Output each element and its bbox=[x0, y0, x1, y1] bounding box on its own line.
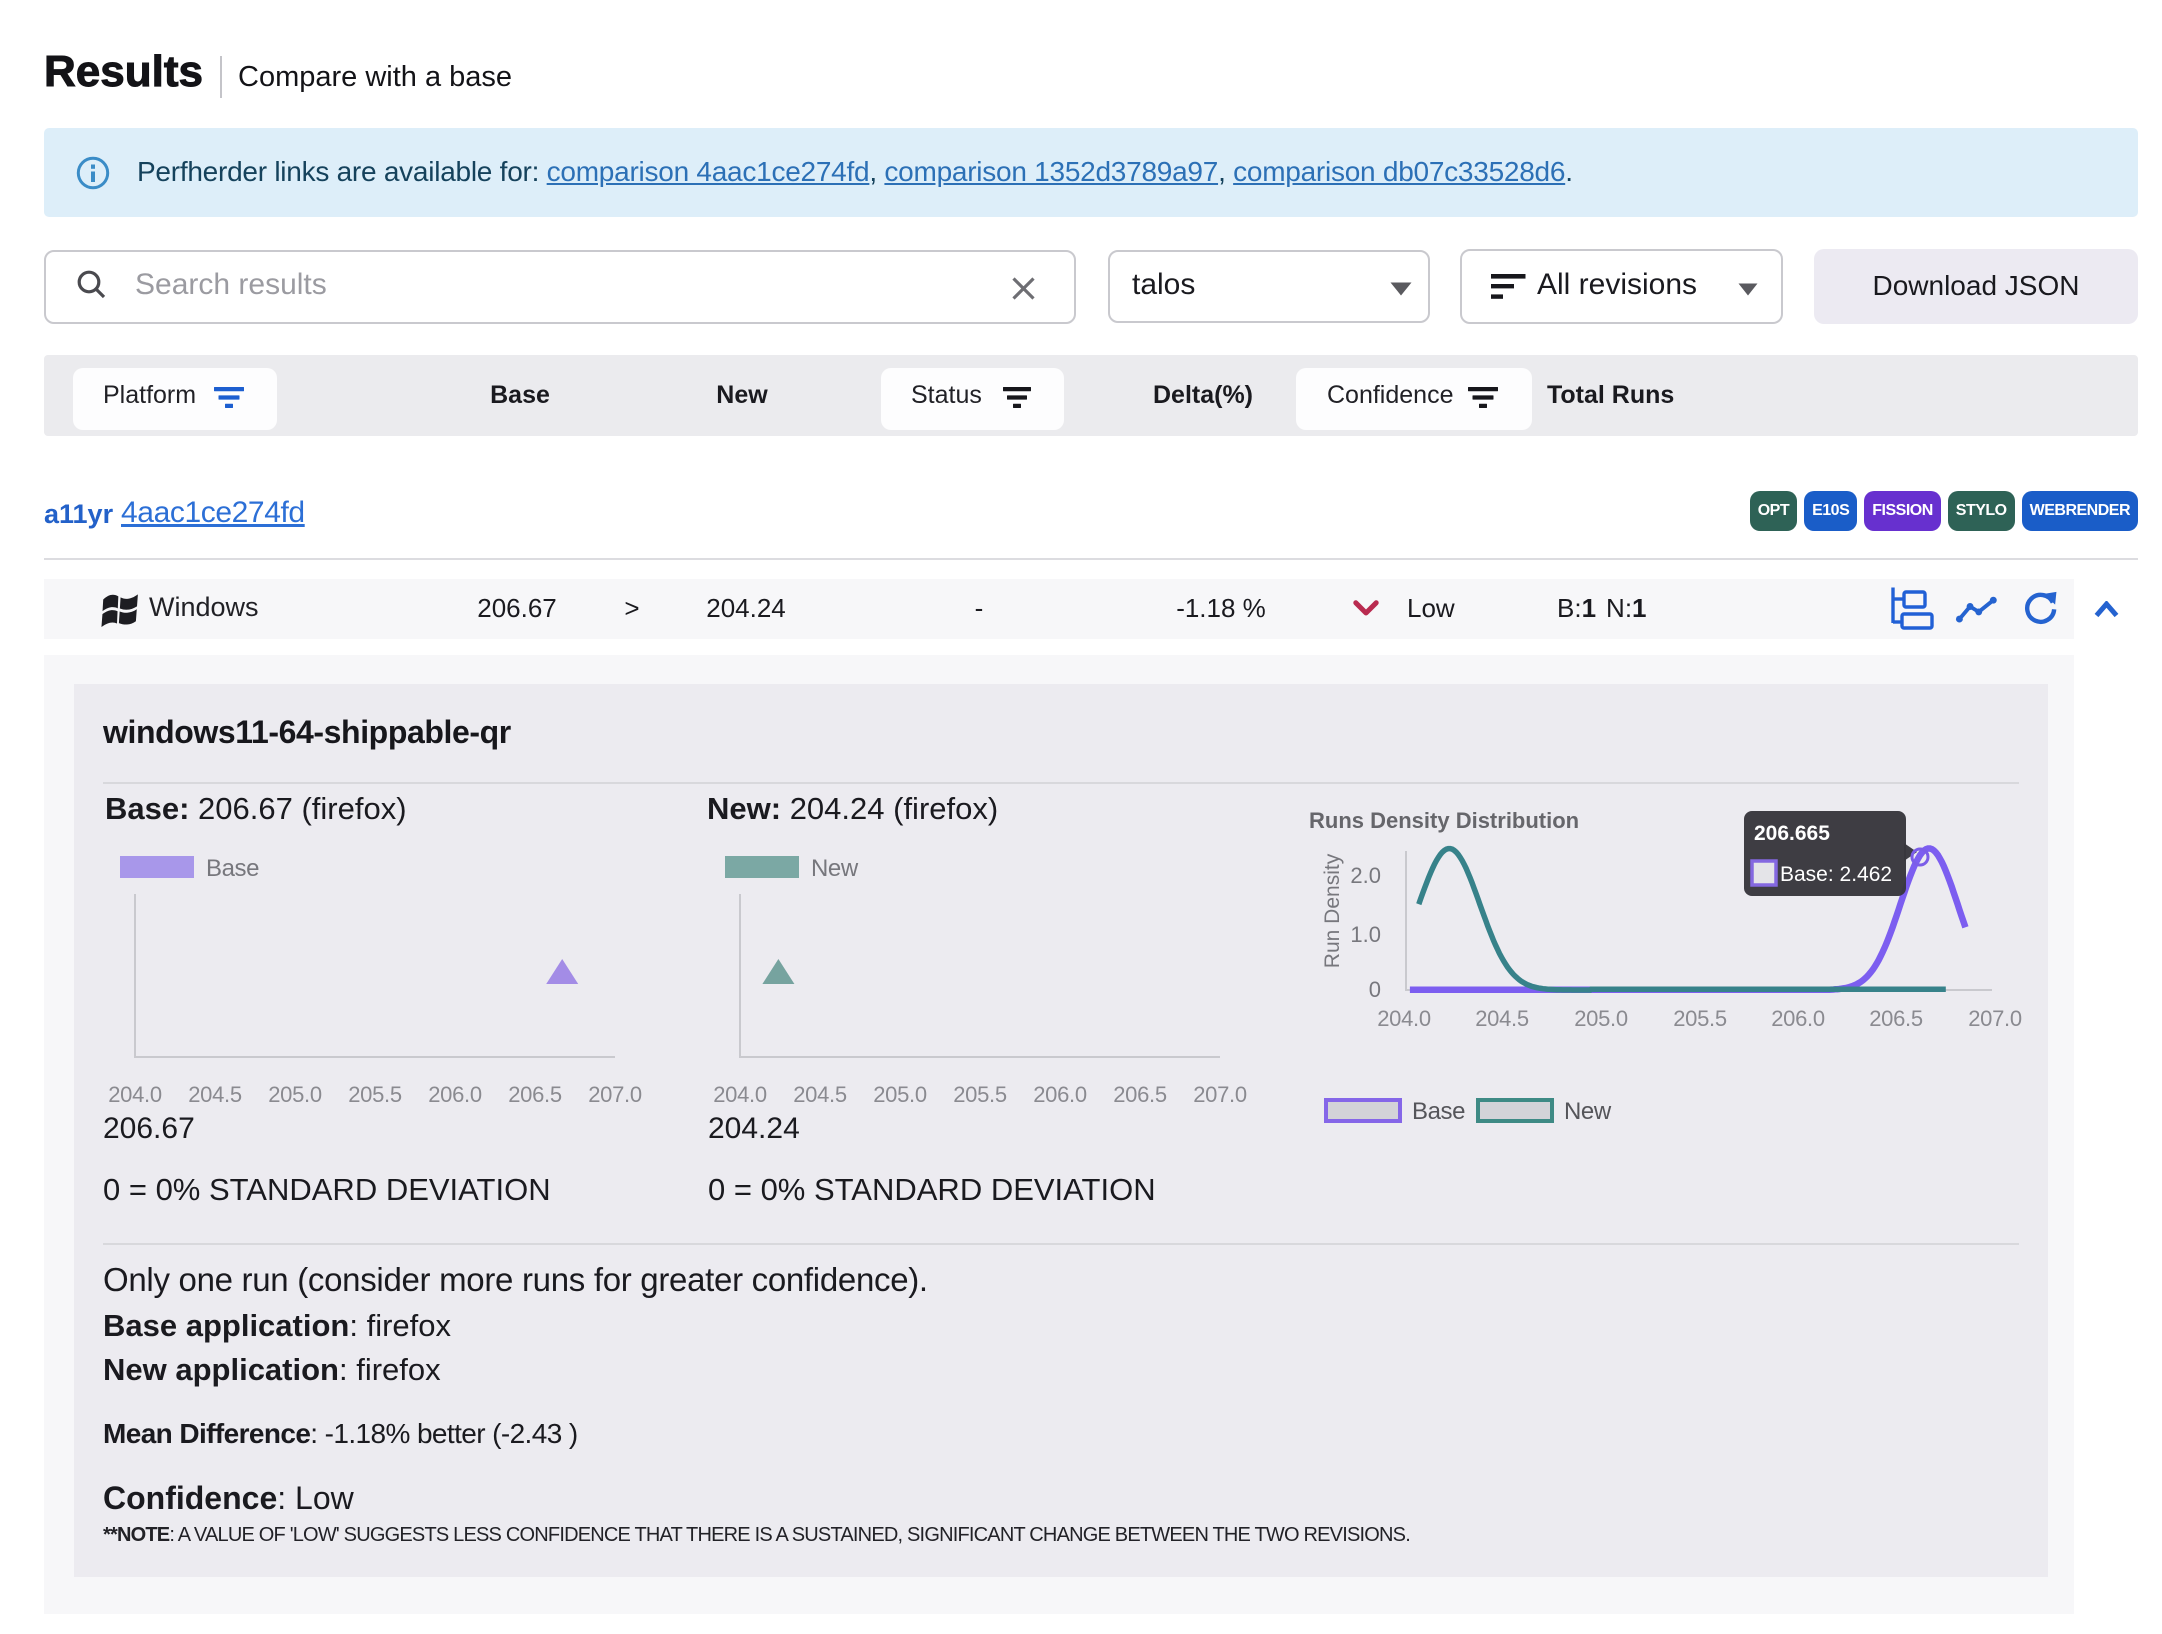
svg-text:204.0: 204.0 bbox=[1377, 1006, 1431, 1031]
svg-text:206.5: 206.5 bbox=[1113, 1082, 1167, 1107]
svg-text:205.0: 205.0 bbox=[268, 1082, 322, 1107]
svg-text:0: 0 bbox=[1369, 977, 1381, 1002]
svg-text:New: New bbox=[811, 855, 859, 882]
svg-text:204.5: 204.5 bbox=[1475, 1006, 1529, 1031]
svg-text:207.0: 207.0 bbox=[1968, 1006, 2022, 1031]
svg-text:Base: Base bbox=[206, 855, 259, 882]
svg-text:205.5: 205.5 bbox=[1673, 1006, 1727, 1031]
svg-text:205.5: 205.5 bbox=[348, 1082, 402, 1107]
svg-text:207.0: 207.0 bbox=[1193, 1082, 1247, 1107]
svg-text:204.0: 204.0 bbox=[713, 1082, 767, 1107]
svg-text:206.0: 206.0 bbox=[1771, 1006, 1825, 1031]
svg-text:205.0: 205.0 bbox=[873, 1082, 927, 1107]
svg-text:206.665: 206.665 bbox=[1754, 822, 1830, 845]
svg-text:1.0: 1.0 bbox=[1350, 922, 1381, 947]
svg-text:206.5: 206.5 bbox=[1869, 1006, 1923, 1031]
svg-text:Base: Base bbox=[1412, 1098, 1465, 1125]
svg-text:Runs Density Distribution: Runs Density Distribution bbox=[1309, 808, 1579, 833]
svg-text:205.0: 205.0 bbox=[1574, 1006, 1628, 1031]
svg-text:205.5: 205.5 bbox=[953, 1082, 1007, 1107]
svg-text:Base: 2.462: Base: 2.462 bbox=[1780, 863, 1892, 886]
svg-text:207.0: 207.0 bbox=[588, 1082, 642, 1107]
svg-text:206.0: 206.0 bbox=[1033, 1082, 1087, 1107]
svg-text:206.0: 206.0 bbox=[428, 1082, 482, 1107]
svg-text:2.0: 2.0 bbox=[1350, 863, 1381, 888]
svg-text:New: New bbox=[1564, 1098, 1612, 1125]
svg-text:204.5: 204.5 bbox=[188, 1082, 242, 1107]
svg-text:204.0: 204.0 bbox=[108, 1082, 162, 1107]
svg-text:Run Density: Run Density bbox=[1321, 853, 1344, 968]
svg-text:206.5: 206.5 bbox=[508, 1082, 562, 1107]
svg-text:204.5: 204.5 bbox=[793, 1082, 847, 1107]
